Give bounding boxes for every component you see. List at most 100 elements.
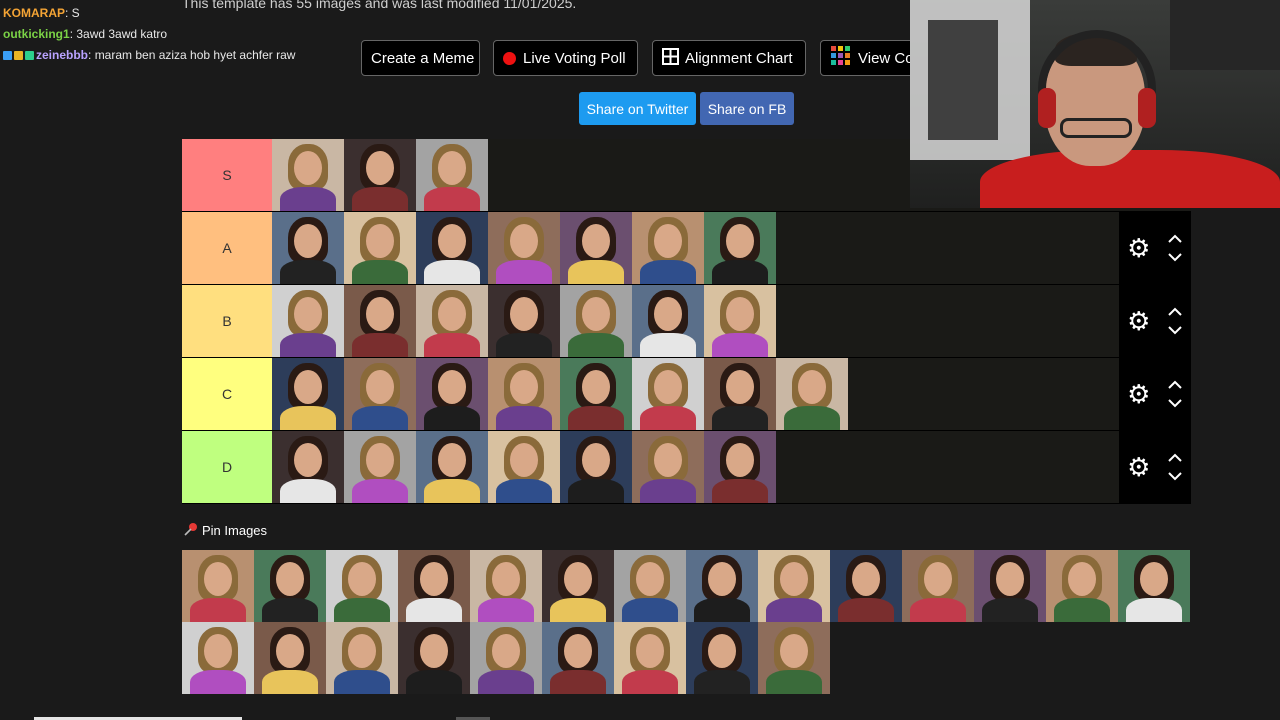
gear-icon[interactable]: ⚙ (1127, 306, 1150, 337)
tier-label[interactable]: S (182, 139, 272, 211)
pin-image[interactable] (542, 622, 614, 694)
tier-image[interactable] (632, 212, 704, 284)
tier-image[interactable] (416, 285, 488, 357)
tier-controls: ⚙ (1119, 431, 1191, 503)
tier-image[interactable] (704, 212, 776, 284)
chevron-down-icon[interactable] (1167, 252, 1183, 262)
pin-image[interactable] (398, 550, 470, 622)
tier-image[interactable] (344, 358, 416, 430)
share-fb-button[interactable]: Share on FB (700, 92, 794, 125)
pin-image[interactable] (830, 550, 902, 622)
tier-image[interactable] (272, 212, 344, 284)
share-twitter-button[interactable]: Share on Twitter (579, 92, 696, 125)
gear-icon[interactable]: ⚙ (1127, 379, 1150, 410)
gear-icon[interactable]: ⚙ (1127, 233, 1150, 264)
pin-image[interactable] (470, 622, 542, 694)
webcam-window-frame (928, 20, 998, 140)
portrait-face (780, 634, 808, 668)
pin-image[interactable] (758, 550, 830, 622)
pin-image[interactable] (254, 550, 326, 622)
pin-image[interactable] (1046, 550, 1118, 622)
pin-image[interactable] (686, 622, 758, 694)
tier-label[interactable]: D (182, 431, 272, 503)
pin-image[interactable] (974, 550, 1046, 622)
tier-image[interactable] (632, 431, 704, 503)
share-fb-label: Share on FB (707, 100, 787, 117)
portrait-body (262, 598, 318, 622)
tier-items[interactable] (272, 285, 1119, 357)
tier-items[interactable] (272, 431, 1119, 503)
tier-label[interactable]: A (182, 212, 272, 284)
view-collage-button[interactable]: View Co (820, 40, 915, 76)
tier-image[interactable] (488, 212, 560, 284)
tier-label[interactable]: B (182, 285, 272, 357)
pin-image[interactable] (902, 550, 974, 622)
headset-ear-left (1038, 88, 1056, 128)
pin-image[interactable] (542, 550, 614, 622)
tier-image[interactable] (488, 431, 560, 503)
alignment-chart-button[interactable]: Alignment Chart (652, 40, 806, 76)
tier-items[interactable] (272, 212, 1119, 284)
chevron-down-icon[interactable] (1167, 471, 1183, 481)
tier-image[interactable] (344, 139, 416, 211)
pin-image[interactable] (614, 550, 686, 622)
webcam-person-glasses (1060, 118, 1132, 138)
portrait-body (784, 406, 840, 430)
chevron-down-icon[interactable] (1167, 398, 1183, 408)
tier-image[interactable] (416, 212, 488, 284)
tier-image[interactable] (488, 285, 560, 357)
chevron-up-icon[interactable] (1167, 453, 1183, 463)
portrait-face (276, 562, 304, 596)
tier-image[interactable] (632, 358, 704, 430)
pin-image[interactable] (686, 550, 758, 622)
portrait-body (496, 479, 552, 503)
tier-image[interactable] (560, 285, 632, 357)
portrait-body (280, 260, 336, 284)
chevron-up-icon[interactable] (1167, 380, 1183, 390)
pin-image[interactable] (470, 550, 542, 622)
tier-image[interactable] (632, 285, 704, 357)
pin-image[interactable] (398, 622, 470, 694)
chevron-up-icon[interactable] (1167, 307, 1183, 317)
tier-image[interactable] (272, 139, 344, 211)
pin-images-header: Pin Images (184, 522, 267, 539)
create-meme-button[interactable]: Create a Meme (361, 40, 480, 76)
portrait-face (726, 443, 754, 477)
tier-image[interactable] (272, 431, 344, 503)
portrait-body (712, 479, 768, 503)
tier-image[interactable] (776, 358, 848, 430)
tier-image[interactable] (560, 431, 632, 503)
tier-image[interactable] (344, 212, 416, 284)
pin-image[interactable] (254, 622, 326, 694)
pin-image[interactable] (182, 550, 254, 622)
tier-image[interactable] (488, 358, 560, 430)
tier-image[interactable] (704, 431, 776, 503)
pin-image[interactable] (758, 622, 830, 694)
pin-image[interactable] (1118, 550, 1190, 622)
tier-image[interactable] (704, 285, 776, 357)
tier-image[interactable] (560, 212, 632, 284)
pin-image[interactable] (614, 622, 686, 694)
gear-icon[interactable]: ⚙ (1127, 452, 1150, 483)
chevron-down-icon[interactable] (1167, 325, 1183, 335)
tier-image[interactable] (272, 285, 344, 357)
portrait-face (366, 224, 394, 258)
portrait-face (348, 634, 376, 668)
tier-image[interactable] (272, 358, 344, 430)
tier-image[interactable] (344, 285, 416, 357)
tier-image[interactable] (416, 431, 488, 503)
portrait-body (712, 333, 768, 357)
pin-image[interactable] (326, 622, 398, 694)
tier-image[interactable] (416, 139, 488, 211)
pin-image[interactable] (182, 622, 254, 694)
tier-label[interactable]: C (182, 358, 272, 430)
live-voting-poll-button[interactable]: Live Voting Poll (493, 40, 638, 76)
pin-image[interactable] (326, 550, 398, 622)
tier-items[interactable] (272, 358, 1119, 430)
tier-image[interactable] (416, 358, 488, 430)
tier-image[interactable] (560, 358, 632, 430)
tier-image[interactable] (704, 358, 776, 430)
chevron-up-icon[interactable] (1167, 234, 1183, 244)
tier-image[interactable] (344, 431, 416, 503)
portrait-body (478, 598, 534, 622)
